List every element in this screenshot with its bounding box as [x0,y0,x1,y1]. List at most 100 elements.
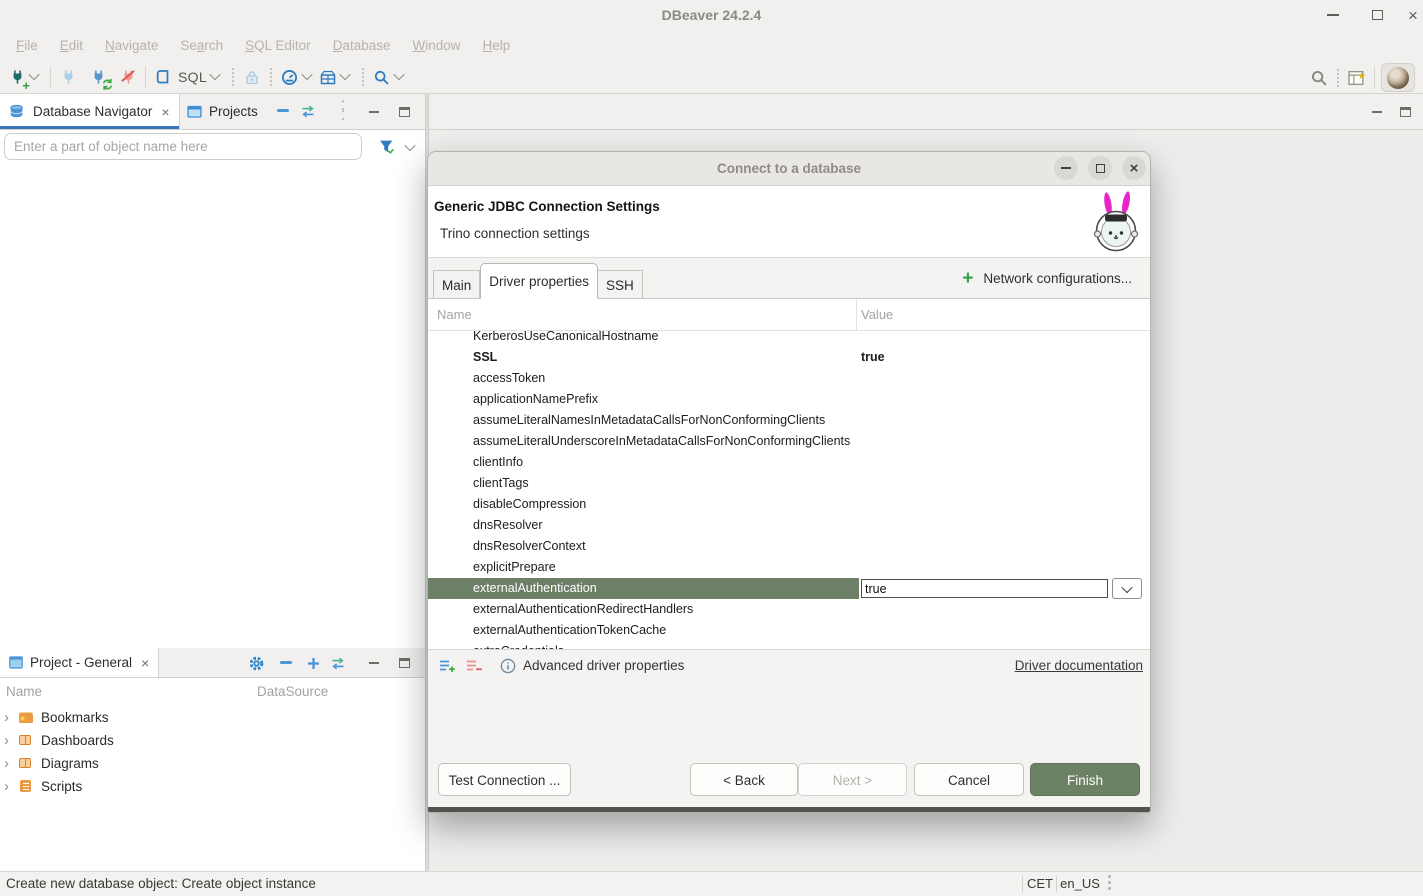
expander-chevron-icon[interactable]: › [4,733,18,748]
lock-button[interactable] [241,66,263,88]
status-separator [1056,876,1057,892]
column-name[interactable]: Name [437,299,472,330]
dialog-tab-driver-properties[interactable]: Driver properties [480,263,598,299]
tab-project-general[interactable]: Project - General × [0,648,159,677]
property-row[interactable]: dnsResolverContext [428,536,1150,557]
tree-item-scripts[interactable]: ›Scripts [0,775,425,798]
quick-search-button[interactable] [1308,67,1330,89]
menu-edit[interactable]: Edit [49,30,94,61]
tree-item-dashboards[interactable]: › Dashboards [0,729,425,752]
sql-editor-button[interactable] [152,66,174,88]
expand-all-button[interactable] [303,653,323,673]
search-button[interactable] [371,66,393,88]
panel-minimize-button[interactable] [364,102,384,122]
collapse-all-button[interactable] [276,653,296,673]
property-row[interactable]: clientTags [428,473,1150,494]
property-row[interactable]: assumeLiteralNamesInMetadataCallsForNonC… [428,410,1150,431]
filter-dropdown[interactable] [404,140,415,151]
window-close-button[interactable]: × [1402,4,1423,26]
tab-close-icon[interactable]: × [141,656,149,670]
expander-chevron-icon[interactable]: › [4,710,18,725]
panel-minimize-button[interactable] [364,653,384,673]
driver-documentation-link[interactable]: Driver documentation [1015,650,1143,682]
connect-button[interactable] [57,66,79,88]
project-settings-button[interactable] [246,653,266,673]
property-row[interactable]: externalAuthenticationRedirectHandlers [428,599,1150,620]
property-value-dropdown[interactable] [1112,578,1142,599]
property-row[interactable]: explicitPrepare [428,557,1150,578]
panel-maximize-button[interactable] [394,653,414,673]
status-locale[interactable]: en_US [1058,875,1102,893]
dialog-minimize-button[interactable] [1054,156,1078,180]
sql-editor-dropdown[interactable] [209,68,220,79]
window-maximize-button[interactable] [1366,4,1388,26]
object-filter-input[interactable] [4,133,362,160]
tab-close-icon[interactable]: × [161,105,169,119]
add-property-button[interactable] [437,656,457,676]
tab-projects[interactable]: Projects [178,94,267,129]
perspective-button[interactable]: ★ [1346,67,1368,89]
dashboard-dropdown[interactable] [301,68,312,79]
property-row[interactable]: KerberosUseCanonicalHostname [428,331,1150,347]
column-value[interactable]: Value [861,299,893,330]
status-grip [1108,881,1111,884]
property-row[interactable]: clientInfo [428,452,1150,473]
column-name[interactable]: Name [6,678,42,706]
expander-chevron-icon[interactable]: › [4,779,18,794]
property-row[interactable]: extraCredentials [428,641,1150,649]
new-connection-dropdown[interactable] [28,68,39,79]
new-connection-button[interactable]: + [6,66,28,88]
package-button[interactable] [317,66,339,88]
window-minimize-button[interactable] [1322,4,1344,26]
package-dropdown[interactable] [339,68,350,79]
menu-sql-editor[interactable]: SQL Editor [234,30,322,61]
back-button[interactable]: < Back [690,763,798,796]
menu-window[interactable]: Window [401,30,471,61]
disconnect-button[interactable] [117,66,139,88]
property-row[interactable]: dnsResolver [428,515,1150,536]
filter-button[interactable] [377,137,397,157]
collapse-all-button[interactable] [273,101,293,121]
dialog-tab-main[interactable]: Main [433,270,480,299]
dialog-maximize-button[interactable] [1088,156,1112,180]
property-row[interactable]: assumeLiteralUnderscoreInMetadataCallsFo… [428,431,1150,452]
panel-maximize-button[interactable] [394,102,414,122]
property-row[interactable]: externalAuthenticationTokenCache [428,620,1150,641]
property-row[interactable]: SSLtrue [428,347,1150,368]
tab-database-navigator[interactable]: Database Navigator × [0,94,180,129]
filter-funnel-icon [379,139,395,155]
tree-item-diagrams[interactable]: ›Diagrams [0,752,425,775]
cancel-button[interactable]: Cancel [914,763,1024,796]
property-value-input[interactable] [861,579,1108,598]
property-row[interactable]: externalAuthentication [428,578,1150,599]
property-row[interactable]: accessToken [428,368,1150,389]
expander-chevron-icon[interactable]: › [4,756,18,771]
dialog-close-button[interactable]: × [1122,156,1146,180]
tree-item-label: Dashboards [41,733,114,748]
menu-navigate[interactable]: Navigate [94,30,169,61]
dialog-tab-ssh[interactable]: SSH [598,270,643,299]
menu-file[interactable]: File [5,30,49,61]
editor-minimize-button[interactable] [1367,102,1387,122]
remove-property-button[interactable] [464,656,484,676]
menu-search[interactable]: Search [169,30,234,61]
dashboard-button[interactable] [279,66,301,88]
reconnect-button[interactable] [87,66,109,88]
finish-button[interactable]: Finish [1030,763,1140,796]
editor-maximize-button[interactable] [1395,102,1415,122]
property-row[interactable]: applicationNamePrefix [428,389,1150,410]
user-profile-button[interactable] [1381,63,1415,92]
menu-help[interactable]: Help [472,30,522,61]
column-datasource[interactable]: DataSource [257,678,328,706]
link-with-editor-button[interactable] [328,653,348,673]
link-with-editor-button[interactable] [298,101,318,121]
dialog-title-bar[interactable]: Connect to a database × [428,152,1150,186]
network-configurations-button[interactable]: + Network configurations... [962,258,1132,299]
property-row[interactable]: disableCompression [428,494,1150,515]
status-timezone[interactable]: CET [1024,875,1056,893]
menu-database[interactable]: Database [322,30,402,61]
tree-item-bookmarks[interactable]: ›Bookmarks [0,706,425,729]
view-menu-button[interactable]: ⁚⁚ [333,101,353,121]
test-connection-button[interactable]: Test Connection ... [438,763,571,796]
search-dropdown[interactable] [393,68,404,79]
